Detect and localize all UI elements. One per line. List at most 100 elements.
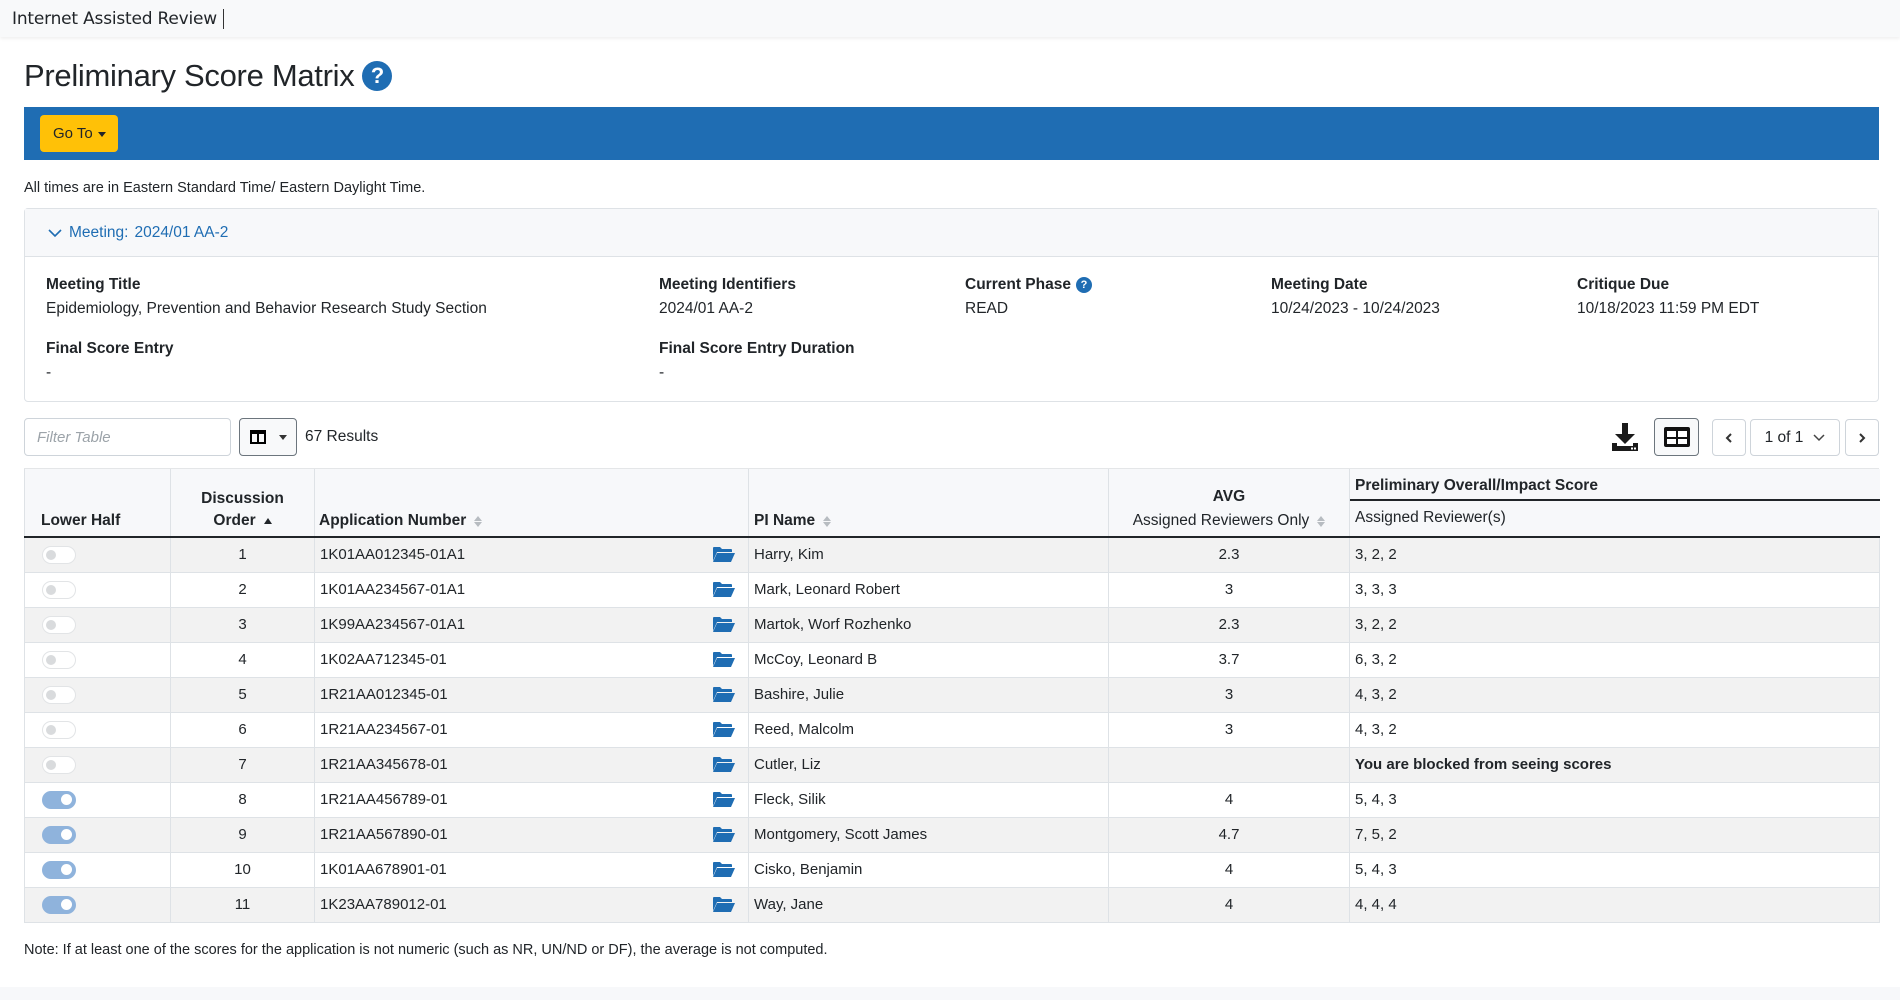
application-number-cell: 1K01AA678901-01	[314, 851, 749, 888]
column-header-avg[interactable]: AVG Assigned Reviewers Only	[1108, 469, 1350, 538]
field-label-row: Current Phase ?	[965, 276, 1092, 294]
pi-name-cell: Reed, Malcolm	[748, 711, 1109, 748]
lower-half-cell	[24, 851, 171, 888]
discussion-order-cell: 8	[170, 781, 315, 818]
reviewer-scores-cell: 6, 3, 2	[1349, 641, 1880, 678]
lower-half-cell	[24, 816, 171, 853]
sort-icon	[474, 516, 483, 527]
discussion-order-cell: 2	[170, 571, 315, 608]
reviewer-scores-cell: 3, 2, 2	[1349, 536, 1880, 573]
column-chooser-button[interactable]	[239, 418, 297, 456]
application-number-cell: 1K01AA012345-01A1	[314, 536, 749, 573]
meeting-panel-toggle[interactable]: Meeting: 2024/01 AA-2	[25, 209, 1878, 257]
field-current-phase: Current Phase ? READ	[965, 276, 1092, 318]
application-number-cell: 1R21AA012345-01	[314, 676, 749, 713]
table-row: 8 1R21AA456789-01 Fleck, Silik 4 5, 4, 3	[24, 781, 1880, 818]
avg-score-cell: 2.3	[1108, 606, 1350, 643]
field-label: Meeting Identifiers	[659, 276, 796, 293]
folder-open-icon[interactable]	[712, 616, 736, 633]
lower-half-toggle[interactable]	[42, 720, 76, 739]
table-view-toggle-button[interactable]	[1654, 418, 1699, 456]
folder-open-icon[interactable]	[712, 581, 736, 598]
discussion-order-cell: 11	[170, 886, 315, 923]
folder-open-icon[interactable]	[712, 686, 736, 703]
field-meeting-title: Meeting Title Epidemiology, Prevention a…	[46, 276, 487, 318]
application-number-wrap: 1K23AA789012-01	[315, 896, 748, 913]
lower-half-cell	[24, 711, 171, 748]
application-number: 1K99AA234567-01A1	[320, 616, 466, 633]
download-icon[interactable]	[1610, 421, 1640, 453]
sort-ascending-icon	[263, 518, 272, 524]
header-label-row: Application Number	[319, 512, 748, 530]
avg-score-cell: 4	[1108, 781, 1350, 818]
column-header-pi-name[interactable]: PI Name	[748, 469, 1109, 538]
application-number-wrap: 1K01AA234567-01A1	[315, 581, 748, 598]
folder-open-icon[interactable]	[712, 721, 736, 738]
column-header-application-number[interactable]: Application Number	[314, 469, 749, 538]
lower-half-toggle[interactable]	[42, 825, 76, 844]
lower-half-cell	[24, 606, 171, 643]
chevron-right-icon	[1859, 432, 1866, 443]
field-label: Final Score Entry	[46, 340, 174, 357]
application-number-wrap: 1K02AA712345-01	[315, 651, 748, 668]
lower-half-toggle[interactable]	[42, 895, 76, 914]
page-select[interactable]: 1 of 1	[1750, 419, 1840, 456]
folder-open-icon[interactable]	[712, 756, 736, 773]
lower-half-cell	[24, 886, 171, 923]
field-label: Current Phase	[965, 276, 1071, 293]
chevron-left-icon	[1725, 432, 1732, 443]
previous-page-button[interactable]	[1712, 419, 1746, 456]
field-final-score-duration: Final Score Entry Duration -	[659, 340, 855, 382]
folder-open-icon[interactable]	[712, 826, 736, 843]
next-page-button[interactable]	[1845, 419, 1879, 456]
header-label: Application Number	[319, 512, 467, 529]
filter-table-input[interactable]	[24, 418, 231, 456]
lower-half-toggle[interactable]	[42, 615, 76, 634]
discussion-order-cell: 3	[170, 606, 315, 643]
lower-half-toggle[interactable]	[42, 790, 76, 809]
app-name[interactable]: Internet Assisted Review	[12, 8, 225, 29]
header-label: PI Name	[754, 512, 816, 529]
application-number-cell: 1R21AA345678-01	[314, 746, 749, 783]
header-label: AVG	[1212, 488, 1246, 505]
field-final-score-entry: Final Score Entry -	[46, 340, 173, 382]
column-header-discussion-order[interactable]: Discussion Order	[170, 469, 315, 538]
grid-icon	[1663, 427, 1690, 447]
application-number-wrap: 1K01AA678901-01	[315, 861, 748, 878]
application-number-wrap: 1R21AA234567-01	[315, 721, 748, 738]
help-icon[interactable]: ?	[1075, 277, 1092, 293]
folder-open-icon[interactable]	[712, 546, 736, 563]
help-icon[interactable]: ?	[362, 61, 393, 91]
discussion-order-cell: 5	[170, 676, 315, 713]
lower-half-toggle[interactable]	[42, 860, 76, 879]
discussion-order-cell: 6	[170, 711, 315, 748]
application-number: 1R21AA567890-01	[320, 826, 448, 843]
caret-down-icon	[278, 435, 287, 440]
lower-half-toggle[interactable]	[42, 580, 76, 599]
folder-open-icon[interactable]	[712, 651, 736, 668]
header-label-row: Order	[213, 512, 272, 530]
reviewer-scores-cell: 7, 5, 2	[1349, 816, 1880, 853]
application-number: 1R21AA234567-01	[320, 721, 448, 738]
pi-name-cell: Fleck, Silik	[748, 781, 1109, 818]
footnote: Note: If at least one of the scores for …	[24, 942, 828, 958]
sort-icon	[823, 516, 832, 527]
go-to-button[interactable]: Go To	[40, 115, 118, 152]
application-number-wrap: 1K01AA012345-01A1	[315, 546, 748, 563]
field-meeting-identifiers: Meeting Identifiers 2024/01 AA-2	[659, 276, 796, 318]
results-count: 67 Results	[305, 428, 379, 445]
lower-half-toggle[interactable]	[42, 650, 76, 669]
timezone-note: All times are in Eastern Standard Time/ …	[24, 180, 426, 196]
lower-half-toggle[interactable]	[42, 755, 76, 774]
reviewer-scores-cell: 4, 4, 4	[1349, 886, 1880, 923]
field-value: READ	[965, 300, 1009, 317]
lower-half-toggle[interactable]	[42, 685, 76, 704]
table-row: 9 1R21AA567890-01 Montgomery, Scott James 4…	[24, 816, 1880, 853]
folder-open-icon[interactable]	[712, 896, 736, 913]
field-label: Critique Due	[1577, 276, 1670, 293]
header-label: Preliminary Overall/Impact Score	[1350, 469, 1880, 501]
folder-open-icon[interactable]	[712, 861, 736, 878]
pi-name-cell: Montgomery, Scott James	[748, 816, 1109, 853]
lower-half-toggle[interactable]	[42, 545, 76, 564]
folder-open-icon[interactable]	[712, 791, 736, 808]
